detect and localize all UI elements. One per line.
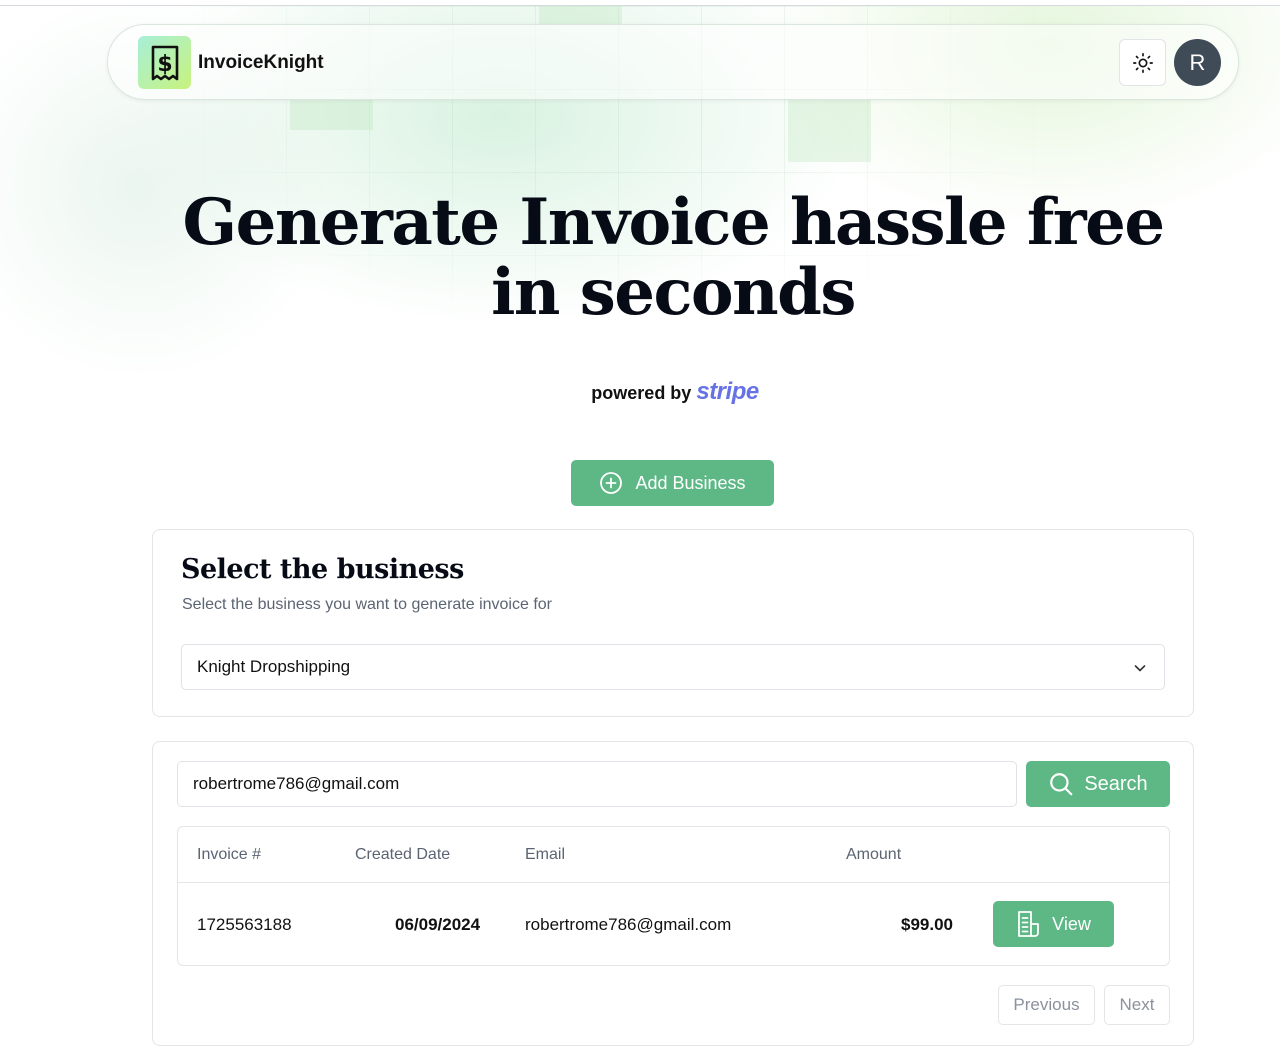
powered-by-label: powered by xyxy=(591,383,692,403)
view-button-label: View xyxy=(1052,913,1091,934)
business-select-value: Knight Dropshipping xyxy=(197,657,351,676)
select-business-card: Select the business Select the business … xyxy=(152,529,1194,717)
grid-highlight xyxy=(539,6,622,24)
cell-created-date: 06/09/2024 xyxy=(395,915,481,934)
hero-title-line-1: Generate Invoice hassle free xyxy=(182,185,1165,260)
document-icon xyxy=(1018,911,1040,937)
cell-email: robertrome786@gmail.com xyxy=(525,915,732,934)
dollar-receipt-icon: $ xyxy=(151,45,178,80)
add-business-button[interactable]: Add Business xyxy=(571,460,774,506)
cell-invoice-number: 1725563188 xyxy=(197,915,292,934)
column-header-created-date: Created Date xyxy=(355,846,451,863)
cell-amount: $99.00 xyxy=(901,915,953,934)
column-header-amount: Amount xyxy=(846,846,902,863)
view-invoice-button[interactable]: View xyxy=(993,901,1114,947)
browser-top-edge xyxy=(0,0,1280,6)
search-button-label: Search xyxy=(1084,772,1148,795)
grid-highlight xyxy=(290,100,373,130)
theme-toggle-button[interactable] xyxy=(1119,39,1166,86)
search-icon xyxy=(1050,773,1073,796)
column-header-invoice: Invoice # xyxy=(197,846,262,863)
brand-name[interactable]: InvoiceKnight xyxy=(198,52,324,74)
plus-circle-icon xyxy=(600,472,623,494)
hero-title: Generate Invoice hassle free in seconds xyxy=(140,188,1206,328)
email-search-input[interactable] xyxy=(177,761,1017,807)
search-button[interactable]: Search xyxy=(1026,761,1170,807)
card-subtitle: Select the business you want to generate… xyxy=(182,596,552,613)
previous-page-button[interactable]: Previous xyxy=(998,985,1095,1025)
logo[interactable]: $ xyxy=(138,36,191,89)
business-select[interactable]: Knight Dropshipping xyxy=(181,644,1165,690)
sun-icon xyxy=(1132,52,1153,73)
next-page-button[interactable]: Next xyxy=(1104,985,1170,1025)
hero-title-line-2: in seconds xyxy=(491,255,856,330)
chevron-down-icon xyxy=(1134,665,1146,672)
invoice-table: Invoice # Created Date Email Amount 1725… xyxy=(177,826,1170,966)
table-header: Invoice # Created Date Email Amount xyxy=(178,827,1169,883)
powered-by: powered by stripe xyxy=(540,378,810,406)
card-title: Select the business xyxy=(181,554,464,585)
svg-text:$: $ xyxy=(157,52,172,77)
top-navbar: $ InvoiceKnight R xyxy=(107,24,1239,100)
add-business-label: Add Business xyxy=(635,472,746,493)
stripe-logo: stripe xyxy=(696,378,759,405)
invoice-search-card: Search Invoice # Created Date Email Amou… xyxy=(152,741,1194,1046)
column-header-email: Email xyxy=(525,846,566,863)
grid-highlight xyxy=(788,100,871,162)
user-avatar[interactable]: R xyxy=(1174,39,1221,86)
